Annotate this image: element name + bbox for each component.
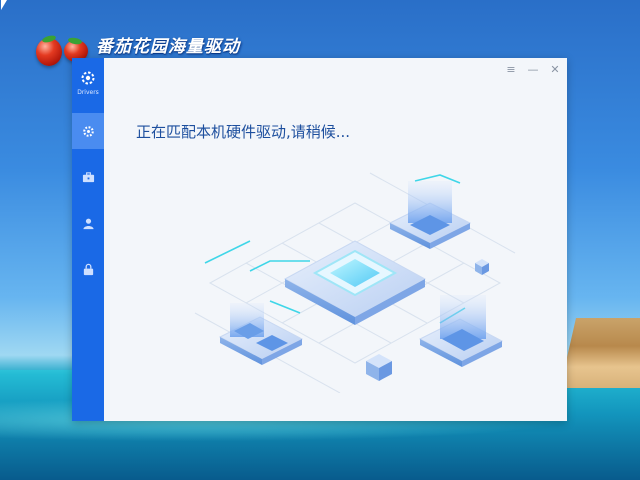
gear-icon xyxy=(82,125,94,137)
brand-title: 番茄花园海量驱动 xyxy=(96,37,240,57)
menu-button[interactable]: ≡ xyxy=(505,63,517,76)
status-text: 正在匹配本机硬件驱动,请稍候... xyxy=(136,123,351,141)
sidebar-item-user[interactable] xyxy=(72,205,104,241)
driver-window: Drivers ≡ — ✕ 正在匹配本机硬件驱动,请稍候... xyxy=(72,58,567,421)
hardware-module-right xyxy=(418,295,504,367)
sidebar-logo[interactable]: Drivers xyxy=(72,66,104,106)
sidebar: Drivers xyxy=(72,58,104,421)
window-controls: ≡ — ✕ xyxy=(505,63,561,76)
toolbox-icon xyxy=(82,171,94,182)
user-icon xyxy=(82,218,94,229)
coast xyxy=(560,318,640,388)
sidebar-item-toolbox[interactable] xyxy=(72,159,104,195)
minimize-button[interactable]: — xyxy=(527,63,539,76)
tomato-icon xyxy=(36,38,62,66)
small-cube-right xyxy=(475,259,489,275)
hardware-module-left xyxy=(218,303,304,365)
hardware-scan-illustration xyxy=(194,172,516,393)
close-button[interactable]: ✕ xyxy=(549,63,561,76)
sidebar-item-lock[interactable] xyxy=(72,251,104,287)
sidebar-logo-label: Drivers xyxy=(77,89,99,96)
lock-icon xyxy=(83,263,93,275)
sidebar-item-settings[interactable] xyxy=(72,113,104,149)
small-cube-bottom xyxy=(366,354,392,381)
drivers-gear-icon xyxy=(81,71,95,85)
cpu-chip xyxy=(283,240,427,325)
mouse-cursor-icon xyxy=(1,0,7,10)
